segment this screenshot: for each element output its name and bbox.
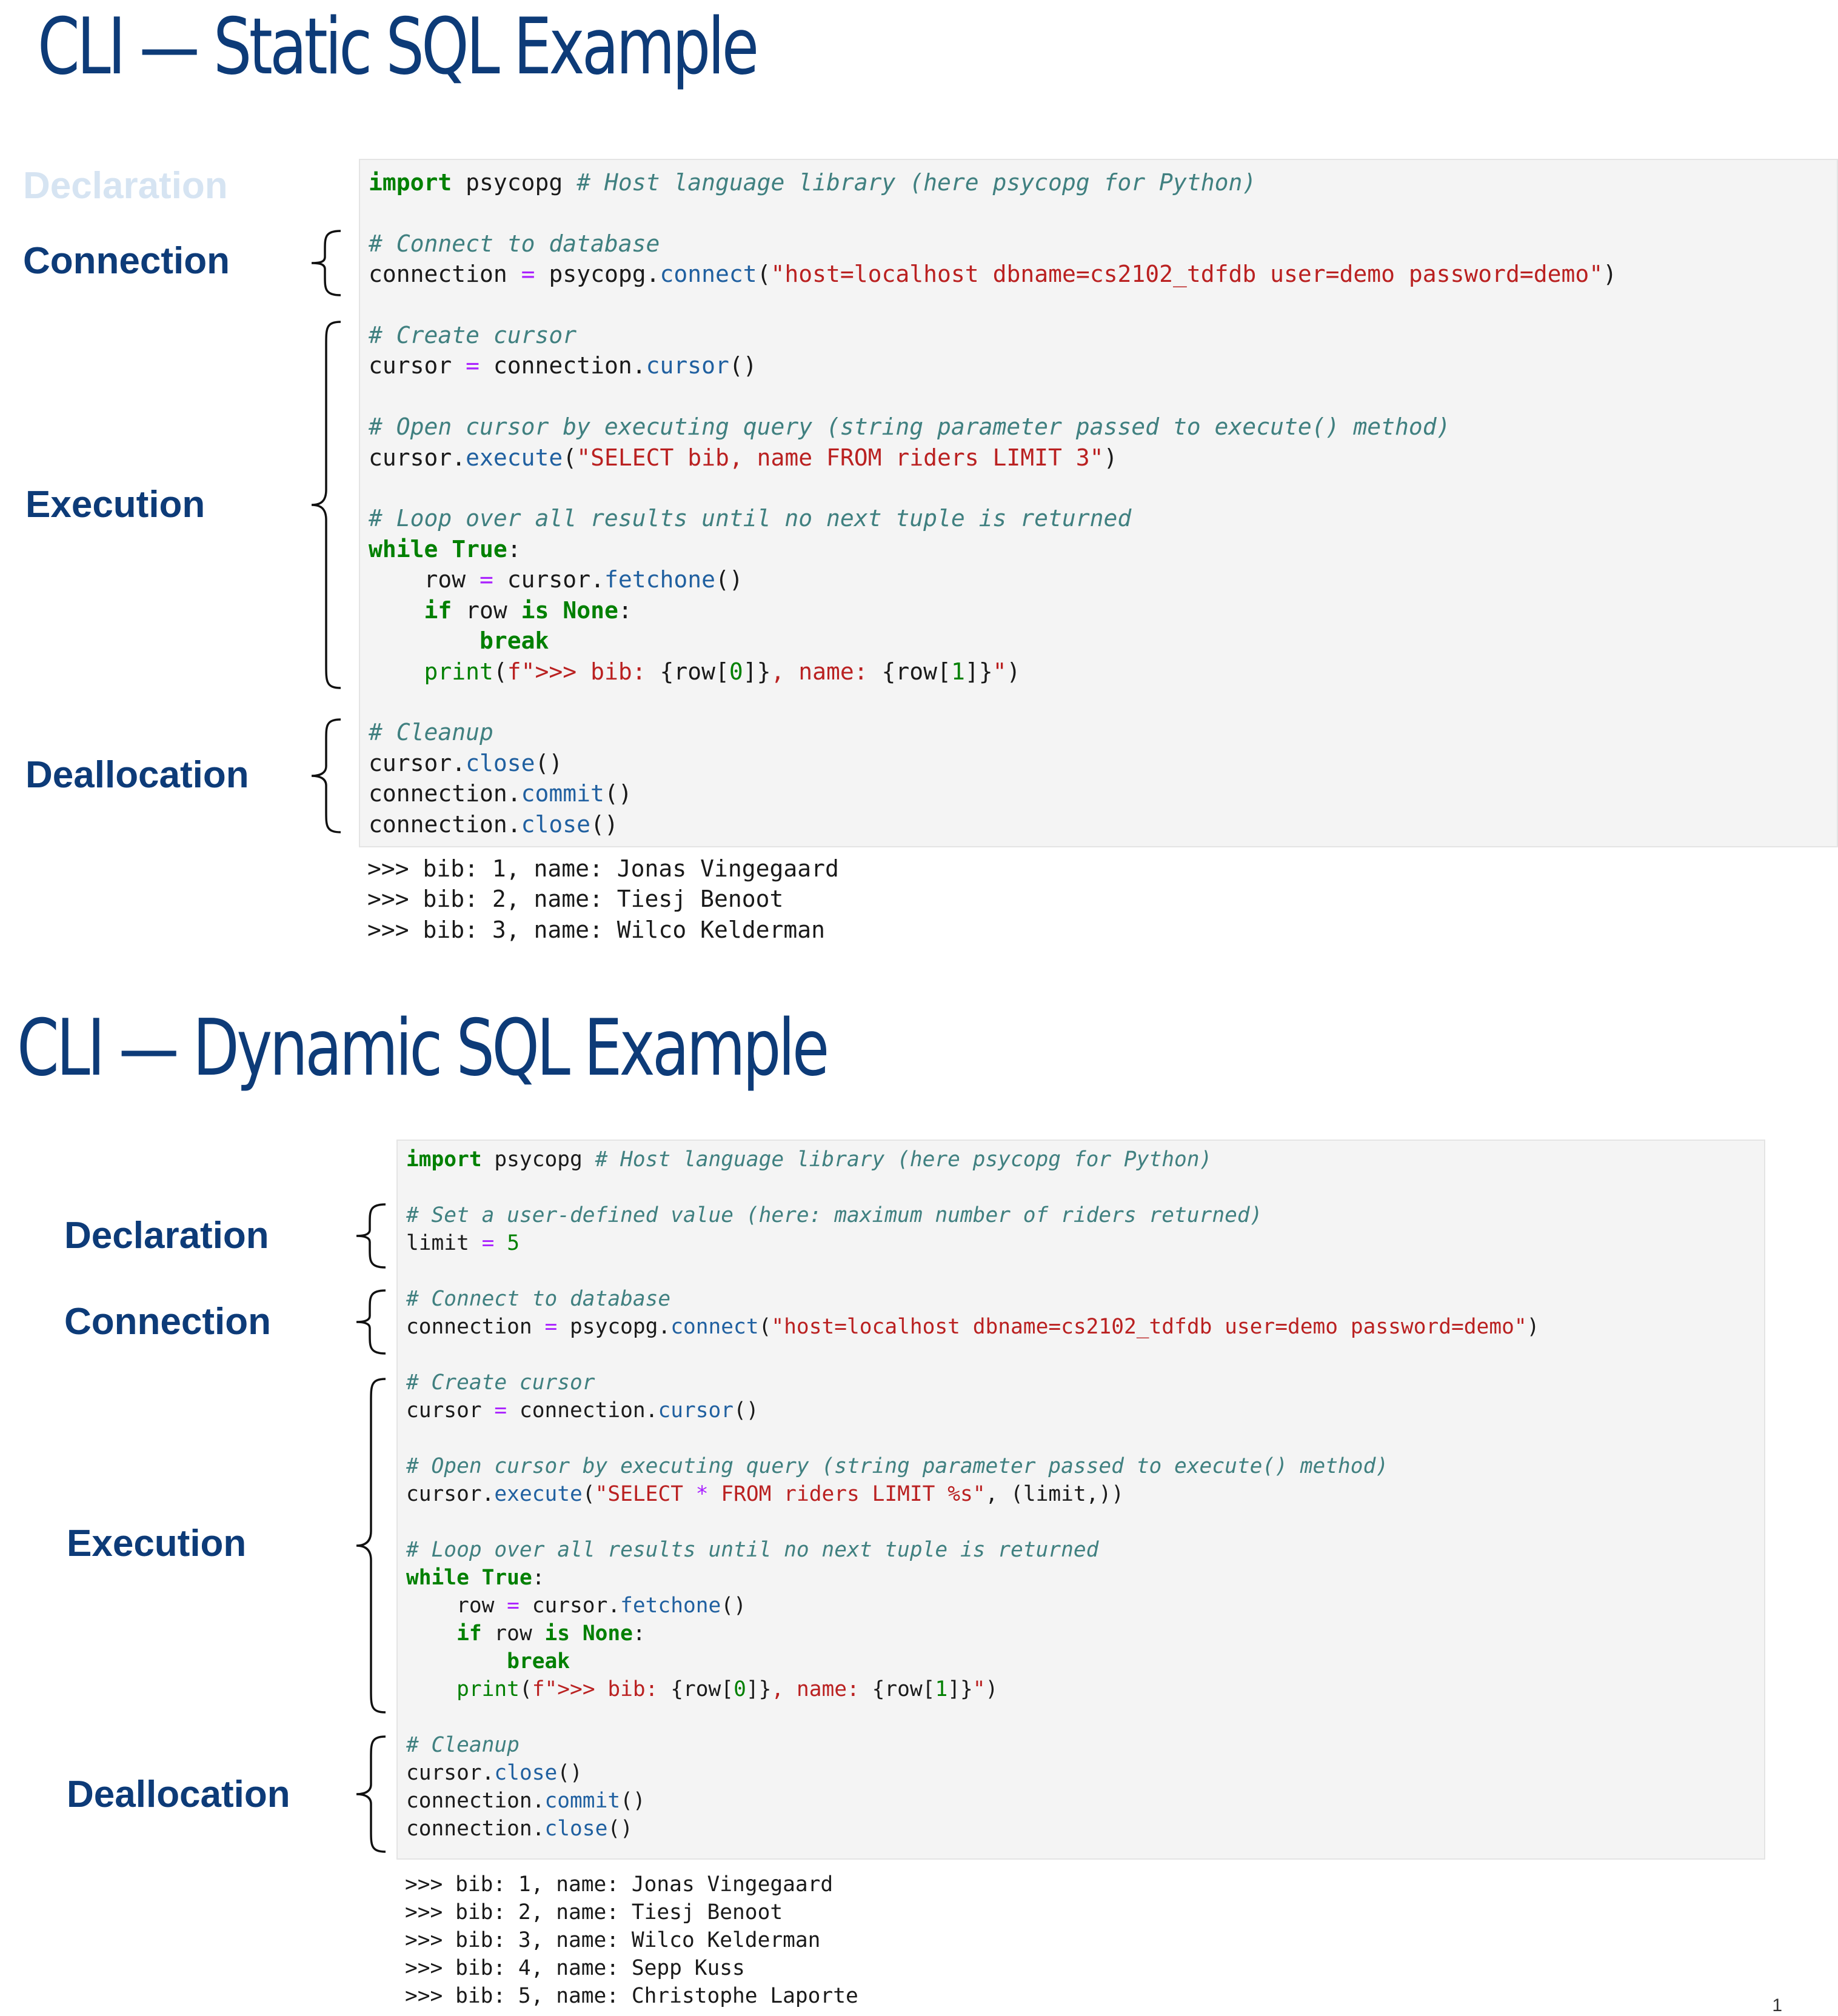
code-line: import psycopg # Host language library (… bbox=[406, 1147, 1212, 1172]
code-line: # Open cursor by executing query (string… bbox=[369, 413, 1451, 441]
program-output: >>> bib: 1, name: Jonas Vingegaard >>> bi… bbox=[405, 1871, 858, 2010]
code-line: cursor.execute("SELECT bib, name FROM ri… bbox=[369, 444, 1118, 471]
output-line: >>> bib: 1, name: Jonas Vingegaard bbox=[405, 1872, 834, 1897]
code-line: cursor.close() bbox=[406, 1761, 583, 1785]
code-line: # Create cursor bbox=[369, 322, 577, 349]
phase-label-deallocation: Deallocation bbox=[67, 1774, 290, 1815]
output-line: >>> bib: 3, name: Wilco Kelderman bbox=[405, 1928, 821, 1952]
brace-declaration bbox=[356, 1203, 386, 1269]
code-line: import psycopg # Host language library (… bbox=[369, 169, 1257, 196]
phase-label-execution: Execution bbox=[67, 1523, 247, 1564]
page-number: 1 bbox=[1772, 1995, 1782, 2015]
output-line: >>> bib: 2, name: Tiesj Benoot bbox=[367, 886, 784, 913]
code-listing: import psycopg # Host language library (… bbox=[369, 167, 1617, 839]
code-line: limit = 5 bbox=[406, 1231, 520, 1255]
code-line: while True: bbox=[406, 1566, 545, 1590]
code-line: row = cursor.fetchone() bbox=[369, 566, 743, 593]
phase-label-deallocation: Deallocation bbox=[25, 754, 249, 796]
code-block: import psycopg # Host language library (… bbox=[359, 159, 1838, 847]
code-line: connection.commit() bbox=[369, 780, 632, 807]
code-line: break bbox=[507, 1649, 570, 1674]
phase-label-execution: Execution bbox=[25, 484, 206, 526]
code-line: connection.commit() bbox=[406, 1789, 646, 1813]
code-line: break bbox=[480, 627, 549, 655]
output-line: >>> bib: 2, name: Tiesj Benoot bbox=[405, 1900, 783, 1924]
code-line: # Connect to database bbox=[369, 230, 660, 257]
code-line: while True: bbox=[369, 535, 521, 562]
code-line: if row is None: bbox=[456, 1621, 646, 1646]
code-line: print(f">>> bib: {row[0]}, name: {row[1]… bbox=[456, 1677, 998, 1701]
code-line: cursor = connection.cursor() bbox=[406, 1398, 759, 1423]
code-line: # Loop over all results until no next tu… bbox=[369, 505, 1132, 532]
output-line: >>> bib: 5, name: Christophe Laporte bbox=[405, 1984, 858, 2008]
code-line: # Cleanup bbox=[369, 719, 493, 746]
brace-deallocation bbox=[356, 1735, 386, 1853]
brace-execution bbox=[356, 1378, 386, 1714]
output-line: >>> bib: 1, name: Jonas Vingegaard bbox=[367, 855, 839, 882]
brace-connection bbox=[356, 1289, 386, 1355]
phase-label-connection: Connection bbox=[64, 1301, 271, 1343]
code-line: if row is None: bbox=[424, 596, 632, 624]
page-title: CLI — Static SQL Example bbox=[38, 2, 759, 92]
code-line: cursor = connection.cursor() bbox=[369, 352, 757, 379]
page-title: CLI — Dynamic SQL Example bbox=[17, 1003, 829, 1093]
code-line: print(f">>> bib: {row[0]}, name: {row[1]… bbox=[424, 658, 1021, 685]
phase-label-connection: Connection bbox=[23, 240, 230, 282]
code-line: # Set a user-defined value (here: maximu… bbox=[406, 1203, 1263, 1227]
code-line: # Open cursor by executing query (string… bbox=[406, 1454, 1389, 1478]
code-line: # Cleanup bbox=[406, 1733, 520, 1757]
code-line: connection = psycopg.connect("host=local… bbox=[406, 1315, 1540, 1339]
code-line: connection = psycopg.connect("host=local… bbox=[369, 261, 1617, 288]
code-line: cursor.execute("SELECT * FROM riders LIM… bbox=[406, 1482, 1124, 1506]
code-line: connection.close() bbox=[369, 810, 618, 838]
code-line: row = cursor.fetchone() bbox=[406, 1594, 746, 1618]
code-listing: import psycopg # Host language library (… bbox=[406, 1146, 1539, 1843]
code-line: # Loop over all results until no next tu… bbox=[406, 1538, 1099, 1562]
program-output: >>> bib: 1, name: Jonas Vingegaard >>> bi… bbox=[367, 853, 839, 945]
brace-deallocation bbox=[311, 718, 341, 833]
brace-connection bbox=[311, 230, 341, 296]
code-line: # Connect to database bbox=[406, 1287, 671, 1311]
phase-label-declaration: Declaration bbox=[23, 165, 228, 207]
code-block: import psycopg # Host language library (… bbox=[396, 1140, 1765, 1860]
output-line: >>> bib: 3, name: Wilco Kelderman bbox=[367, 916, 825, 943]
code-line: connection.close() bbox=[406, 1817, 633, 1841]
code-line: cursor.close() bbox=[369, 749, 563, 776]
code-line: # Create cursor bbox=[406, 1370, 595, 1395]
output-line: >>> bib: 4, name: Sepp Kuss bbox=[405, 1956, 745, 1980]
phase-label-declaration: Declaration bbox=[64, 1215, 269, 1257]
brace-execution bbox=[311, 321, 341, 689]
